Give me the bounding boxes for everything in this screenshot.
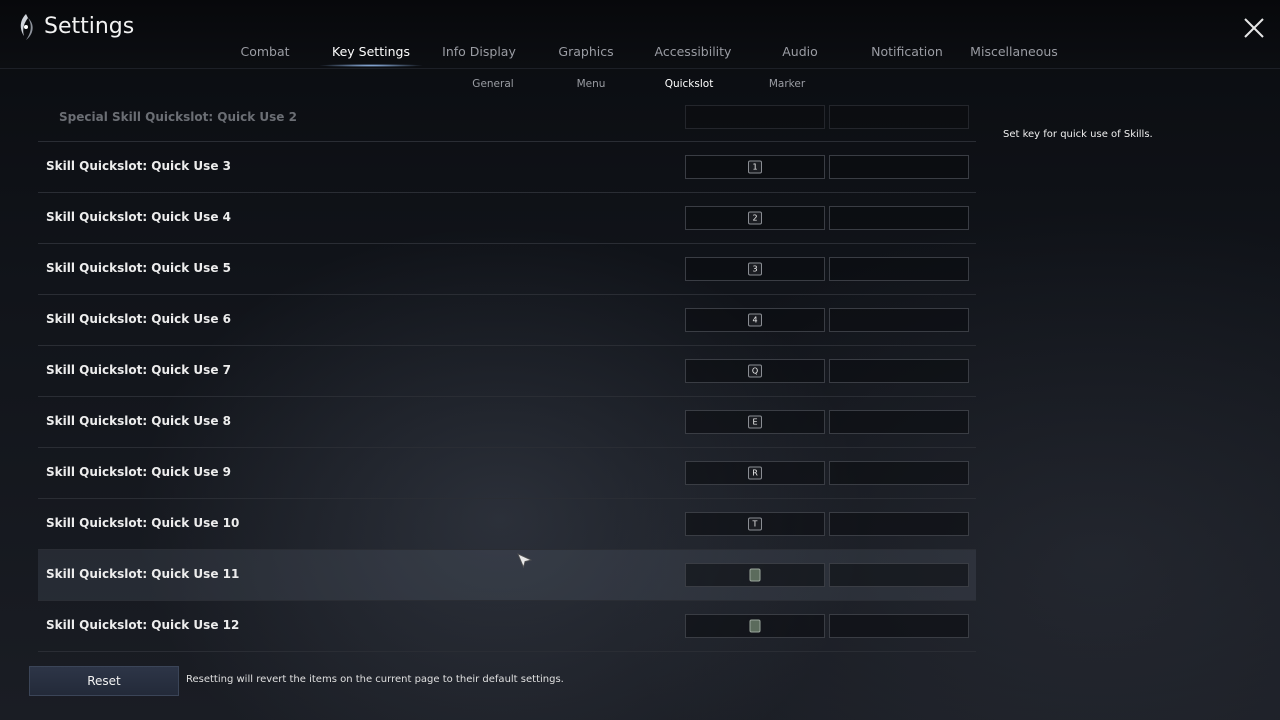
secondary-key-slot[interactable] [829, 206, 969, 230]
reset-note: Resetting will revert the items on the c… [186, 674, 564, 685]
subtab-general[interactable]: General [472, 78, 513, 90]
reset-button[interactable]: Reset [29, 666, 179, 696]
setting-description: Set key for quick use of Skills. [1003, 129, 1153, 140]
primary-key-slot[interactable]: E [685, 410, 825, 434]
subtab-menu[interactable]: Menu [577, 78, 606, 90]
tab-audio[interactable]: Audio [782, 44, 818, 59]
keybinding-row[interactable]: Skill Quickslot: Quick Use 4 2 [38, 193, 976, 244]
tab-miscellaneous[interactable]: Miscellaneous [970, 44, 1058, 59]
keycap: 1 [748, 160, 762, 174]
mouse-button-icon [749, 619, 761, 633]
secondary-key-slot[interactable] [829, 105, 969, 129]
tab-info-display[interactable]: Info Display [442, 44, 516, 59]
keycap: 2 [748, 211, 762, 225]
secondary-key-slot[interactable] [829, 563, 969, 587]
mouse-cursor-icon [517, 553, 533, 569]
secondary-key-slot[interactable] [829, 308, 969, 332]
secondary-key-slot[interactable] [829, 614, 969, 638]
keybinding-row[interactable]: Skill Quickslot: Quick Use 3 1 [38, 142, 976, 193]
tab-accessibility[interactable]: Accessibility [655, 44, 732, 59]
primary-key-slot[interactable] [685, 563, 825, 587]
keycap: T [748, 517, 762, 531]
active-tab-indicator [318, 64, 424, 67]
primary-key-slot[interactable]: 3 [685, 257, 825, 281]
subtab-marker[interactable]: Marker [769, 78, 805, 90]
keybinding-row[interactable]: Skill Quickslot: Quick Use 10 T [38, 499, 976, 550]
tab-key-settings[interactable]: Key Settings [332, 44, 410, 59]
keybinding-label: Skill Quickslot: Quick Use 12 [46, 618, 240, 632]
keybinding-row[interactable]: Skill Quickslot: Quick Use 7 Q [38, 346, 976, 397]
keybinding-row[interactable]: Skill Quickslot: Quick Use 5 3 [38, 244, 976, 295]
page-title: Settings [44, 14, 135, 39]
primary-key-slot[interactable]: R [685, 461, 825, 485]
secondary-key-slot[interactable] [829, 257, 969, 281]
tab-graphics[interactable]: Graphics [558, 44, 613, 59]
keybinding-label: Skill Quickslot: Quick Use 11 [46, 567, 240, 581]
keybinding-label: Special Skill Quickslot: Quick Use 2 [59, 110, 297, 124]
primary-key-slot[interactable]: 4 [685, 308, 825, 332]
primary-key-slot[interactable] [685, 105, 825, 129]
primary-key-slot[interactable]: Q [685, 359, 825, 383]
tab-combat[interactable]: Combat [240, 44, 289, 59]
tab-notification[interactable]: Notification [871, 44, 943, 59]
keybinding-label: Skill Quickslot: Quick Use 10 [46, 516, 240, 530]
keycap: 3 [748, 262, 762, 276]
keybinding-label: Skill Quickslot: Quick Use 5 [46, 261, 231, 275]
keybinding-row[interactable]: Special Skill Quickslot: Quick Use 2 [38, 92, 976, 142]
header-bar: Settings Combat Key Settings Info Displa… [0, 0, 1280, 69]
keycap: R [748, 466, 762, 480]
keybinding-label: Skill Quickslot: Quick Use 8 [46, 414, 231, 428]
keybinding-row[interactable]: Skill Quickslot: Quick Use 11 [38, 550, 976, 601]
subtab-quickslot[interactable]: Quickslot [665, 78, 714, 90]
keycap: 4 [748, 313, 762, 327]
keybinding-row[interactable]: Skill Quickslot: Quick Use 12 [38, 601, 976, 652]
keybinding-label: Skill Quickslot: Quick Use 9 [46, 465, 231, 479]
mouse-button-icon [749, 568, 761, 582]
keybinding-row[interactable]: Skill Quickslot: Quick Use 9 R [38, 448, 976, 499]
keybinding-label: Skill Quickslot: Quick Use 4 [46, 210, 231, 224]
primary-key-slot[interactable]: 2 [685, 206, 825, 230]
secondary-key-slot[interactable] [829, 461, 969, 485]
keybinding-label: Skill Quickslot: Quick Use 6 [46, 312, 231, 326]
keycap: E [748, 415, 762, 429]
secondary-key-slot[interactable] [829, 155, 969, 179]
keybinding-row[interactable]: Skill Quickslot: Quick Use 6 4 [38, 295, 976, 346]
primary-key-slot[interactable]: T [685, 512, 825, 536]
keycap: Q [748, 364, 762, 378]
keybinding-label: Skill Quickslot: Quick Use 3 [46, 159, 231, 173]
primary-key-slot[interactable] [685, 614, 825, 638]
secondary-key-slot[interactable] [829, 410, 969, 434]
close-icon[interactable] [1240, 14, 1268, 42]
secondary-key-slot[interactable] [829, 512, 969, 536]
secondary-key-slot[interactable] [829, 359, 969, 383]
keybinding-row[interactable]: Skill Quickslot: Quick Use 8 E [38, 397, 976, 448]
keybinding-label: Skill Quickslot: Quick Use 7 [46, 363, 231, 377]
primary-key-slot[interactable]: 1 [685, 155, 825, 179]
game-logo-icon [20, 14, 33, 40]
